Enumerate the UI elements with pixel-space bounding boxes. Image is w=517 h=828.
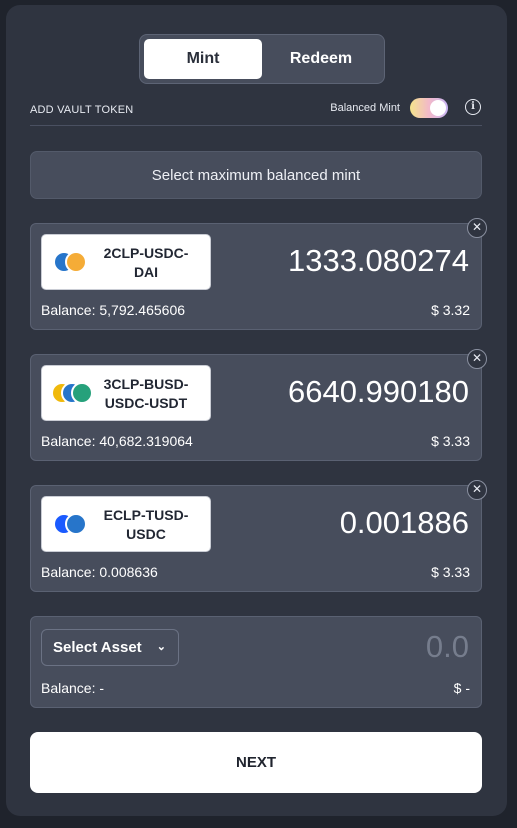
token-name-line2: USDC bbox=[126, 526, 166, 542]
toggle-knob bbox=[430, 100, 446, 116]
token-name-line1: ECLP-TUSD- bbox=[103, 507, 189, 523]
balanced-mint-label: Balanced Mint bbox=[330, 102, 400, 114]
usd-value: $ 3.33 bbox=[431, 564, 470, 580]
select-max-balanced-mint-button[interactable]: Select maximum balanced mint bbox=[30, 151, 482, 199]
dai-coin-icon bbox=[65, 251, 87, 273]
token-selector[interactable]: ECLP-TUSD- USDC bbox=[41, 496, 211, 552]
token-name: ECLP-TUSD- USDC bbox=[92, 506, 200, 544]
token-name: 2CLP-USDC- DAI bbox=[92, 244, 200, 282]
select-asset-dropdown[interactable]: Select Asset ⌄ bbox=[41, 629, 179, 666]
token-icons bbox=[53, 251, 93, 273]
balance-text: Balance: 0.008636 bbox=[41, 564, 158, 580]
balance-text: Balance: 5,792.465606 bbox=[41, 302, 186, 318]
mode-tabs: Mint Redeem bbox=[139, 34, 385, 84]
token-icons bbox=[53, 513, 93, 535]
tab-mint[interactable]: Mint bbox=[144, 39, 262, 79]
token-name-line1: 3CLP-BUSD- bbox=[103, 376, 189, 392]
token-name-line1: 2CLP-USDC- bbox=[103, 245, 189, 261]
balance-text: Balance: 40,682.319064 bbox=[41, 433, 193, 449]
usdc-coin-icon bbox=[65, 513, 87, 535]
amount-input[interactable]: 6640.990180 bbox=[288, 374, 469, 410]
tab-redeem[interactable]: Redeem bbox=[262, 39, 380, 79]
token-selector[interactable]: 2CLP-USDC- DAI bbox=[41, 234, 211, 290]
info-icon[interactable]: i bbox=[465, 99, 481, 115]
amount-input[interactable]: 0.001886 bbox=[340, 505, 469, 541]
amount-input[interactable]: 0.0 bbox=[426, 629, 469, 665]
empty-asset-card: Select Asset ⌄ 0.0 Balance: - $ - bbox=[30, 616, 482, 708]
balance-text: Balance: - bbox=[41, 680, 105, 696]
vault-token-card: 3CLP-BUSD- USDC-USDT 6640.990180 Balance… bbox=[30, 349, 487, 461]
next-button[interactable]: NEXT bbox=[30, 732, 482, 793]
token-icons bbox=[51, 382, 93, 404]
chevron-down-icon: ⌄ bbox=[156, 641, 166, 653]
token-name-line2: DAI bbox=[133, 264, 159, 280]
token-name: 3CLP-BUSD- USDC-USDT bbox=[92, 375, 200, 413]
usd-value: $ 3.32 bbox=[431, 302, 470, 318]
usdt-coin-icon bbox=[71, 382, 93, 404]
vault-token-card: 2CLP-USDC- DAI 1333.080274 Balance: 5,79… bbox=[30, 218, 487, 330]
remove-token-button[interactable]: ✕ bbox=[467, 349, 487, 369]
vault-header: ADD VAULT TOKEN Balanced Mint i bbox=[30, 96, 482, 126]
amount-input[interactable]: 1333.080274 bbox=[288, 243, 469, 279]
remove-token-button[interactable]: ✕ bbox=[467, 218, 487, 238]
add-vault-token-label: ADD VAULT TOKEN bbox=[30, 104, 134, 116]
remove-token-button[interactable]: ✕ bbox=[467, 480, 487, 500]
balanced-mint-toggle[interactable] bbox=[410, 98, 448, 118]
usd-value: $ - bbox=[453, 680, 470, 696]
usd-value: $ 3.33 bbox=[431, 433, 470, 449]
select-asset-label: Select Asset bbox=[53, 639, 142, 656]
vault-token-card: ECLP-TUSD- USDC 0.001886 Balance: 0.0086… bbox=[30, 480, 487, 592]
token-selector[interactable]: 3CLP-BUSD- USDC-USDT bbox=[41, 365, 211, 421]
token-name-line2: USDC-USDT bbox=[104, 395, 188, 411]
